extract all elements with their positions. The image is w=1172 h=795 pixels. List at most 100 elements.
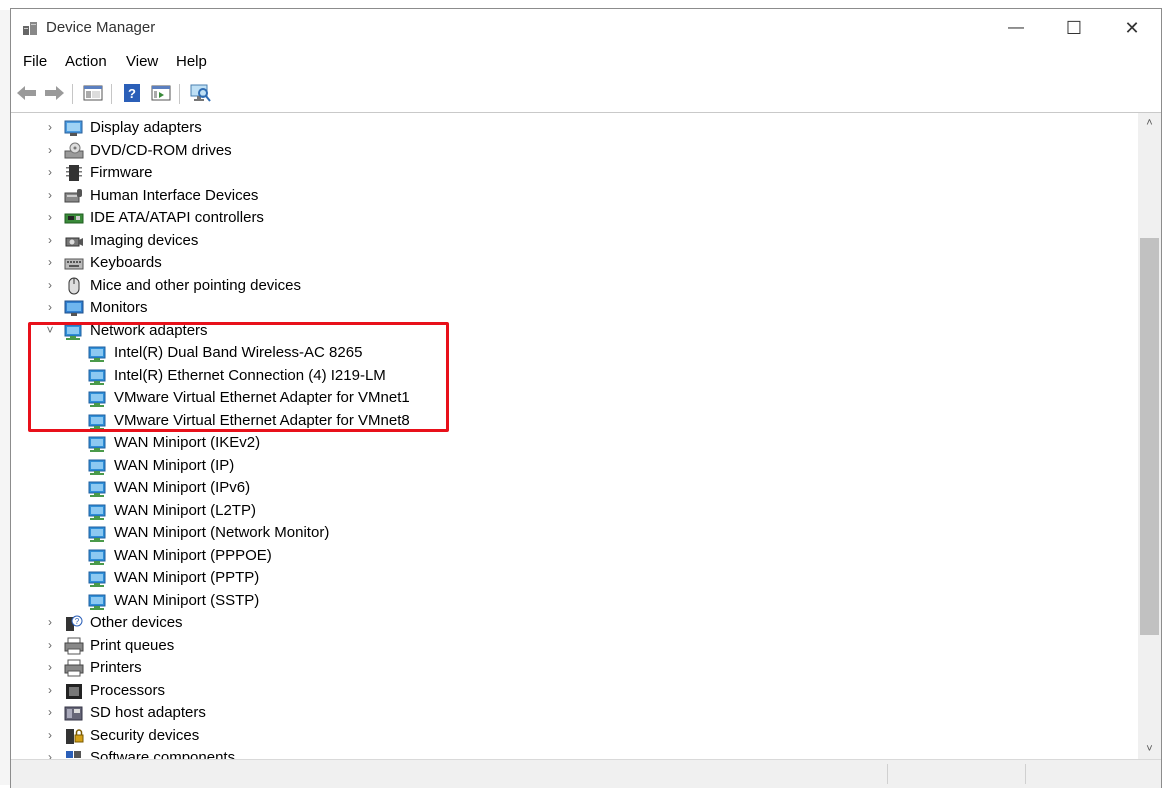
background-window-left — [0, 10, 10, 795]
security-device-icon — [66, 729, 84, 744]
chevron-right-icon[interactable]: › — [44, 615, 56, 629]
close-icon: ✕ — [1124, 17, 1140, 38]
tree-device-item[interactable]: WAN Miniport (IP) — [12, 455, 1132, 477]
network-adapter-icon — [88, 504, 106, 520]
chevron-right-icon[interactable]: › — [44, 683, 56, 697]
ide-controller-icon — [64, 213, 84, 224]
monitor-icon — [64, 300, 84, 316]
forward-button[interactable] — [42, 82, 66, 104]
tree-device-item[interactable]: WAN Miniport (IPv6) — [12, 477, 1132, 499]
properties-icon — [151, 85, 171, 101]
vertical-scrollbar[interactable]: ˄ ˅ — [1138, 113, 1161, 759]
printer-icon — [64, 637, 84, 655]
title-bar[interactable]: Device Manager — ☐ ✕ — [11, 9, 1161, 47]
tree-device-item[interactable]: WAN Miniport (PPTP) — [12, 567, 1132, 589]
close-button[interactable]: ✕ — [1103, 9, 1161, 47]
maximize-icon: ☐ — [1065, 17, 1083, 38]
toolbar-separator — [179, 84, 180, 104]
maximize-button[interactable]: ☐ — [1045, 9, 1103, 47]
chevron-right-icon[interactable]: › — [44, 728, 56, 742]
chevron-right-icon[interactable]: › — [44, 165, 56, 179]
properties-button[interactable] — [149, 82, 173, 104]
tree-item-label: WAN Miniport (IPv6) — [114, 479, 251, 496]
tree-category-print-queues[interactable]: › Print queues — [12, 635, 1132, 657]
keyboard-icon — [64, 258, 84, 270]
svg-text:?: ? — [75, 617, 80, 626]
menu-file[interactable]: File — [23, 53, 47, 70]
tree-category-dvd-cd-rom-drives[interactable]: › DVD/CD-ROM drives — [12, 140, 1132, 162]
tree-item-label: Display adapters — [90, 119, 202, 136]
tree-category-processors[interactable]: › Processors — [12, 680, 1132, 702]
toolbar-separator — [72, 84, 73, 104]
chevron-right-icon[interactable]: › — [44, 750, 56, 759]
menu-action[interactable]: Action — [65, 53, 107, 70]
status-bar — [11, 759, 1161, 788]
tree-category-sd-host-adapters[interactable]: › SD host adapters — [12, 702, 1132, 724]
scrollbar-thumb[interactable] — [1140, 238, 1159, 635]
tree-category-ide-ata-atapi-controllers[interactable]: › IDE ATA/ATAPI controllers — [12, 207, 1132, 229]
tree-category-imaging-devices[interactable]: › Imaging devices — [12, 230, 1132, 252]
scroll-up-button[interactable]: ˄ — [1138, 113, 1161, 133]
tree-item-label: Security devices — [90, 727, 200, 744]
chevron-down-icon: ˅ — [1146, 743, 1153, 755]
software-component-icon — [66, 751, 81, 758]
printer-icon — [64, 659, 84, 677]
help-icon: ? — [124, 84, 140, 102]
tree-category-human-interface-devices[interactable]: › Human Interface Devices — [12, 185, 1132, 207]
chevron-right-icon[interactable]: › — [44, 233, 56, 247]
forward-icon — [45, 86, 64, 100]
tree-item-label: WAN Miniport (L2TP) — [114, 502, 256, 519]
chevron-right-icon[interactable]: › — [44, 705, 56, 719]
device-tree[interactable]: › Display adapters › DVD/CD-ROM drives › Firm… — [12, 113, 1138, 759]
network-adapter-icon — [88, 526, 106, 542]
sd-host-icon — [64, 706, 83, 721]
tree-device-item[interactable]: WAN Miniport (Network Monitor) — [12, 522, 1132, 544]
chevron-right-icon[interactable]: › — [44, 300, 56, 314]
minimize-button[interactable]: — — [987, 9, 1045, 47]
tree-category-monitors[interactable]: › Monitors — [12, 297, 1132, 319]
tree-category-other-devices[interactable]: ›? Other devices — [12, 612, 1132, 634]
back-button[interactable] — [15, 82, 39, 104]
tree-item-label: Monitors — [90, 299, 148, 316]
tree-device-item[interactable]: WAN Miniport (SSTP) — [12, 590, 1132, 612]
chevron-right-icon[interactable]: › — [44, 660, 56, 674]
tree-category-firmware[interactable]: › Firmware — [12, 162, 1132, 184]
chevron-right-icon[interactable]: › — [44, 143, 56, 157]
chevron-right-icon[interactable]: › — [44, 255, 56, 269]
chevron-right-icon[interactable]: › — [44, 638, 56, 652]
help-button[interactable]: ? — [120, 82, 144, 104]
status-divider — [1025, 764, 1026, 784]
tree-category-software-components[interactable]: › Software components — [12, 747, 1132, 759]
tree-device-item[interactable]: WAN Miniport (IKEv2) — [12, 432, 1132, 454]
menu-help[interactable]: Help — [176, 53, 207, 70]
show-hide-console-tree-icon — [83, 85, 103, 101]
camera-icon — [65, 237, 83, 247]
tree-category-keyboards[interactable]: › Keyboards — [12, 252, 1132, 274]
scan-hardware-icon — [190, 84, 211, 102]
menu-view[interactable]: View — [126, 53, 158, 70]
scan-hardware-button[interactable] — [188, 82, 212, 104]
minimize-icon: — — [1008, 19, 1024, 36]
chevron-right-icon[interactable]: › — [44, 278, 56, 292]
scroll-down-button[interactable]: ˅ — [1138, 739, 1161, 759]
tree-device-item[interactable]: WAN Miniport (L2TP) — [12, 500, 1132, 522]
tree-item-label: Other devices — [90, 614, 183, 631]
chevron-right-icon[interactable]: › — [44, 120, 56, 134]
chevron-right-icon[interactable]: › — [44, 210, 56, 224]
chevron-right-icon[interactable]: › — [44, 188, 56, 202]
tree-category-printers[interactable]: › Printers — [12, 657, 1132, 679]
tree-category-display-adapters[interactable]: › Display adapters — [12, 117, 1132, 139]
toolbar-separator — [111, 84, 112, 104]
tree-item-label: Mice and other pointing devices — [90, 277, 301, 294]
tree-category-mice-and-other-pointing-devices[interactable]: › Mice and other pointing devices — [12, 275, 1132, 297]
dvd-drive-icon — [64, 142, 84, 159]
network-adapter-icon — [88, 436, 106, 452]
show-hide-console-tree-button[interactable] — [81, 82, 105, 104]
tree-device-item[interactable]: WAN Miniport (PPPOE) — [12, 545, 1132, 567]
firmware-icon — [66, 165, 82, 181]
tree-item-label: Printers — [90, 659, 142, 676]
tree-item-label: WAN Miniport (SSTP) — [114, 592, 260, 609]
window-title: Device Manager — [46, 19, 156, 36]
background-window-right — [1162, 10, 1172, 795]
tree-category-security-devices[interactable]: › Security devices — [12, 725, 1132, 747]
